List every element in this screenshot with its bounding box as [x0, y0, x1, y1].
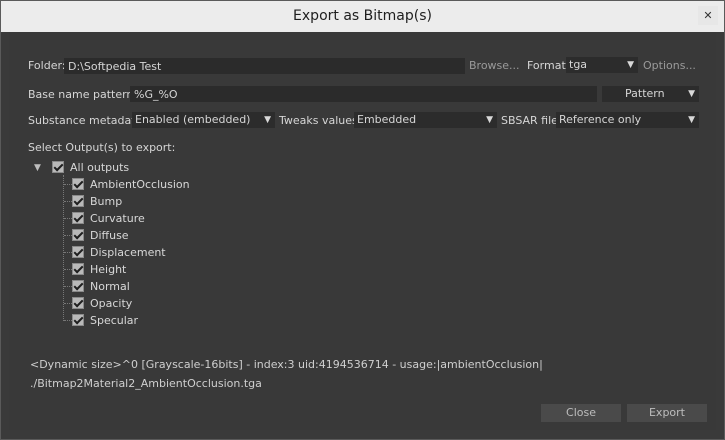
close-button[interactable]: Close [541, 404, 621, 422]
output-label: Diffuse [90, 229, 129, 242]
output-checkbox[interactable] [72, 280, 84, 292]
browse-button[interactable]: Browse... [469, 59, 520, 72]
tree-connector [64, 218, 72, 219]
tree-connector [64, 252, 72, 253]
tree-connector [64, 286, 72, 287]
output-checkbox[interactable] [72, 297, 84, 309]
chevron-down-icon: ▼ [688, 89, 695, 99]
chevron-down-icon: ▼ [627, 60, 634, 70]
basename-label: Base name pattern: [28, 88, 138, 101]
pattern-select[interactable]: Pattern ▼ [602, 86, 699, 102]
tree-connector [64, 235, 72, 236]
output-checkbox[interactable] [72, 263, 84, 275]
output-checkbox[interactable] [72, 229, 84, 241]
export-button[interactable]: Export [627, 404, 707, 422]
selected-output-info: <Dynamic size>^0 [Grayscale-16bits] - in… [30, 358, 543, 371]
export-dialog: Export as Bitmap(s) ✕ Folder: D:\Softped… [0, 0, 725, 440]
sbsar-label: SBSAR file: [501, 114, 562, 127]
tweaks-value: Embedded [357, 113, 417, 126]
output-label: Height [90, 263, 127, 276]
tree-connector [64, 184, 72, 185]
tweaks-select[interactable]: Embedded ▼ [354, 112, 497, 128]
dialog-body: Folder: D:\Softpedia Test Browse... Form… [9, 32, 716, 430]
output-checkbox[interactable] [72, 195, 84, 207]
pattern-label: Pattern [625, 87, 665, 100]
window-close-button[interactable]: ✕ [698, 6, 718, 25]
output-label: Curvature [90, 212, 145, 225]
format-label: Format: [527, 59, 570, 72]
output-checkbox[interactable] [72, 212, 84, 224]
sbsar-value: Reference only [559, 113, 642, 126]
tree-connector [64, 320, 72, 321]
sbsar-select[interactable]: Reference only ▼ [556, 112, 699, 128]
output-checkbox[interactable] [72, 178, 84, 190]
output-label: Opacity [90, 297, 133, 310]
metadata-label: Substance metadata: [28, 114, 147, 127]
tree-connector [64, 303, 72, 304]
output-label: Normal [90, 280, 130, 293]
chevron-down-icon: ▼ [264, 115, 271, 125]
chevron-down-icon: ▼ [486, 115, 493, 125]
folder-label: Folder: [28, 59, 66, 72]
output-checkbox[interactable] [72, 314, 84, 326]
tree-connector [63, 175, 64, 321]
chevron-down-icon: ▼ [688, 115, 695, 125]
selected-output-path: ./Bitmap2Material2_AmbientOcclusion.tga [30, 377, 262, 390]
all-outputs-checkbox[interactable] [52, 161, 64, 173]
format-select[interactable]: tga ▼ [566, 57, 638, 73]
format-value: tga [569, 58, 588, 71]
metadata-value: Enabled (embedded) [135, 113, 251, 126]
title-bar: Export as Bitmap(s) ✕ [1, 1, 724, 32]
folder-input[interactable]: D:\Softpedia Test [64, 58, 465, 74]
tree-connector [64, 269, 72, 270]
output-label: Displacement [90, 246, 166, 259]
basename-input[interactable]: %G_%O [130, 86, 597, 102]
expand-triangle-icon[interactable]: ▼ [34, 163, 41, 173]
tree-connector [64, 201, 72, 202]
options-button[interactable]: Options... [643, 59, 696, 72]
outputs-label: Select Output(s) to export: [28, 141, 176, 154]
output-label: AmbientOcclusion [90, 178, 190, 191]
all-outputs-label: All outputs [70, 161, 130, 174]
window-title: Export as Bitmap(s) [293, 8, 432, 24]
output-label: Bump [90, 195, 123, 208]
output-label: Specular [90, 314, 139, 327]
metadata-select[interactable]: Enabled (embedded) ▼ [132, 112, 275, 128]
tweaks-label: Tweaks values: [279, 114, 362, 127]
output-checkbox[interactable] [72, 246, 84, 258]
